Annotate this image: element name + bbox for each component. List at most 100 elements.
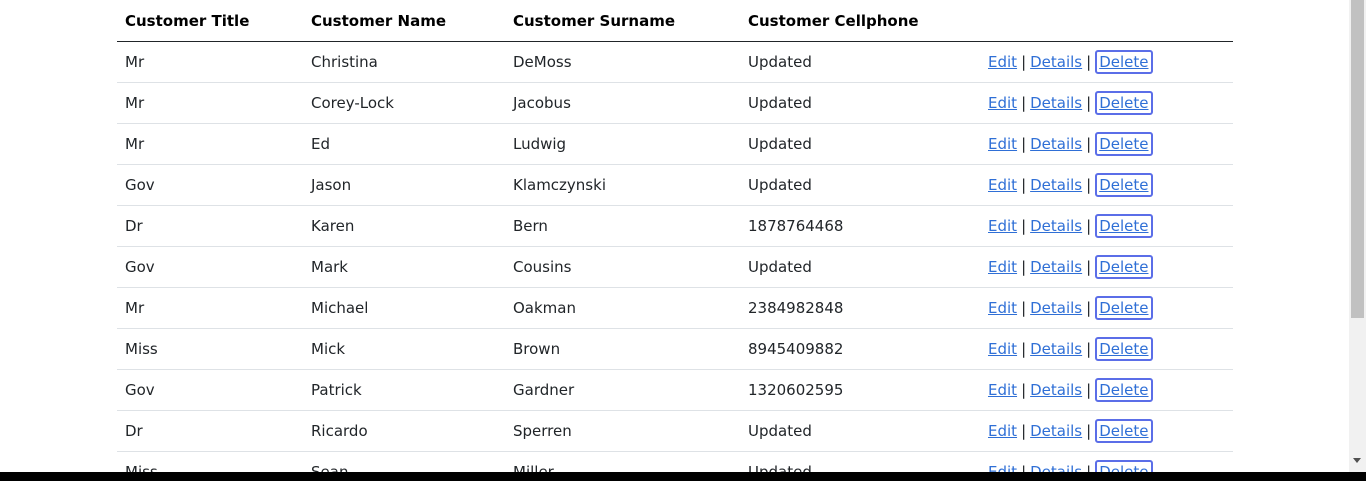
table-header-row: Customer Title Customer Name Customer Su…: [117, 0, 1233, 42]
details-link[interactable]: Details: [1030, 381, 1082, 399]
link-separator: |: [1086, 176, 1092, 194]
delete-link[interactable]: Delete: [1095, 378, 1153, 402]
link-separator: |: [1086, 258, 1092, 276]
customer-name-cell: Ricardo: [303, 410, 505, 452]
link-separator: |: [1021, 463, 1027, 472]
link-separator: |: [1021, 340, 1027, 358]
delete-link[interactable]: Delete: [1095, 132, 1153, 156]
delete-link[interactable]: Delete: [1095, 50, 1153, 74]
link-separator: |: [1086, 217, 1092, 235]
details-link[interactable]: Details: [1030, 422, 1082, 440]
link-separator: |: [1021, 217, 1027, 235]
table-row: Mr Corey-Lock Jacobus Updated Edit | Details | D…: [117, 82, 1233, 124]
customer-cellphone-cell: 1320602595: [740, 369, 980, 411]
row-actions: Edit | Details | Delete: [980, 205, 1233, 247]
details-link[interactable]: Details: [1030, 53, 1082, 71]
customer-name-cell: Mark: [303, 246, 505, 288]
edit-link[interactable]: Edit: [988, 463, 1017, 472]
customer-cellphone-cell: Updated: [740, 164, 980, 206]
edit-link[interactable]: Edit: [988, 94, 1017, 112]
customer-name-cell: Patrick: [303, 369, 505, 411]
header-customer-surname: Customer Surname: [505, 0, 740, 42]
customer-title-cell: Mr: [117, 123, 303, 165]
edit-link[interactable]: Edit: [988, 340, 1017, 358]
table-row: Gov Mark Cousins Updated Edit | Details | Delete: [117, 246, 1233, 288]
table-row: Mr Michael Oakman 2384982848 Edit | Details | De…: [117, 287, 1233, 329]
header-actions: [980, 0, 1233, 42]
customer-title-cell: Dr: [117, 205, 303, 247]
row-actions: Edit | Details | Delete: [980, 287, 1233, 329]
delete-link[interactable]: Delete: [1095, 91, 1153, 115]
edit-link[interactable]: Edit: [988, 217, 1017, 235]
customer-title-cell: Miss: [117, 328, 303, 370]
delete-link[interactable]: Delete: [1095, 173, 1153, 197]
customer-cellphone-cell: 2384982848: [740, 287, 980, 329]
table-row: Dr Karen Bern 1878764468 Edit | Details | Delete: [117, 205, 1233, 247]
details-link[interactable]: Details: [1030, 94, 1082, 112]
customer-name-cell: Corey-Lock: [303, 82, 505, 124]
details-link[interactable]: Details: [1030, 340, 1082, 358]
customer-surname-cell: Brown: [505, 328, 740, 370]
delete-link[interactable]: Delete: [1095, 337, 1153, 361]
delete-link[interactable]: Delete: [1095, 296, 1153, 320]
delete-link[interactable]: Delete: [1095, 460, 1153, 472]
customer-surname-cell: Bern: [505, 205, 740, 247]
customer-cellphone-cell: 1878764468: [740, 205, 980, 247]
customer-cellphone-cell: Updated: [740, 410, 980, 452]
edit-link[interactable]: Edit: [988, 176, 1017, 194]
edit-link[interactable]: Edit: [988, 135, 1017, 153]
customer-cellphone-cell: Updated: [740, 451, 980, 472]
link-separator: |: [1021, 299, 1027, 317]
edit-link[interactable]: Edit: [988, 299, 1017, 317]
customer-cellphone-cell: Updated: [740, 82, 980, 124]
customer-title-cell: Gov: [117, 246, 303, 288]
details-link[interactable]: Details: [1030, 258, 1082, 276]
link-separator: |: [1021, 53, 1027, 71]
details-link[interactable]: Details: [1030, 176, 1082, 194]
customer-name-cell: Jason: [303, 164, 505, 206]
table-row: Mr Ed Ludwig Updated Edit | Details | Delete: [117, 123, 1233, 165]
row-actions: Edit | Details | Delete: [980, 328, 1233, 370]
customer-cellphone-cell: Updated: [740, 246, 980, 288]
row-actions: Edit | Details | Delete: [980, 123, 1233, 165]
delete-link[interactable]: Delete: [1095, 255, 1153, 279]
row-actions: Edit | Details | Delete: [980, 82, 1233, 124]
details-link[interactable]: Details: [1030, 217, 1082, 235]
link-separator: |: [1021, 94, 1027, 112]
details-link[interactable]: Details: [1030, 299, 1082, 317]
edit-link[interactable]: Edit: [988, 381, 1017, 399]
link-separator: |: [1086, 340, 1092, 358]
table-row: Dr Ricardo Sperren Updated Edit | Details | Dele…: [117, 410, 1233, 452]
link-separator: |: [1086, 422, 1092, 440]
customer-title-cell: Dr: [117, 410, 303, 452]
scroll-down-arrow-icon[interactable]: [1353, 458, 1361, 463]
customer-title-cell: Miss: [117, 451, 303, 472]
customer-name-cell: Mick: [303, 328, 505, 370]
row-actions: Edit | Details | Delete: [980, 451, 1233, 472]
vertical-scrollbar[interactable]: [1349, 0, 1366, 472]
edit-link[interactable]: Edit: [988, 422, 1017, 440]
customer-name-cell: Michael: [303, 287, 505, 329]
link-separator: |: [1086, 53, 1092, 71]
link-separator: |: [1086, 94, 1092, 112]
customer-cellphone-cell: Updated: [740, 41, 980, 83]
details-link[interactable]: Details: [1030, 135, 1082, 153]
customer-surname-cell: Miller: [505, 451, 740, 472]
link-separator: |: [1021, 176, 1027, 194]
customer-title-cell: Mr: [117, 82, 303, 124]
customers-table: Customer Title Customer Name Customer Su…: [117, 0, 1233, 472]
row-actions: Edit | Details | Delete: [980, 410, 1233, 452]
customer-title-cell: Mr: [117, 287, 303, 329]
edit-link[interactable]: Edit: [988, 258, 1017, 276]
edit-link[interactable]: Edit: [988, 53, 1017, 71]
details-link[interactable]: Details: [1030, 463, 1082, 472]
link-separator: |: [1086, 463, 1092, 472]
delete-link[interactable]: Delete: [1095, 419, 1153, 443]
customer-name-cell: Sean: [303, 451, 505, 472]
customer-title-cell: Mr: [117, 41, 303, 83]
scrollbar-thumb[interactable]: [1351, 0, 1364, 318]
customer-name-cell: Ed: [303, 123, 505, 165]
delete-link[interactable]: Delete: [1095, 214, 1153, 238]
customer-surname-cell: Jacobus: [505, 82, 740, 124]
customer-surname-cell: Oakman: [505, 287, 740, 329]
